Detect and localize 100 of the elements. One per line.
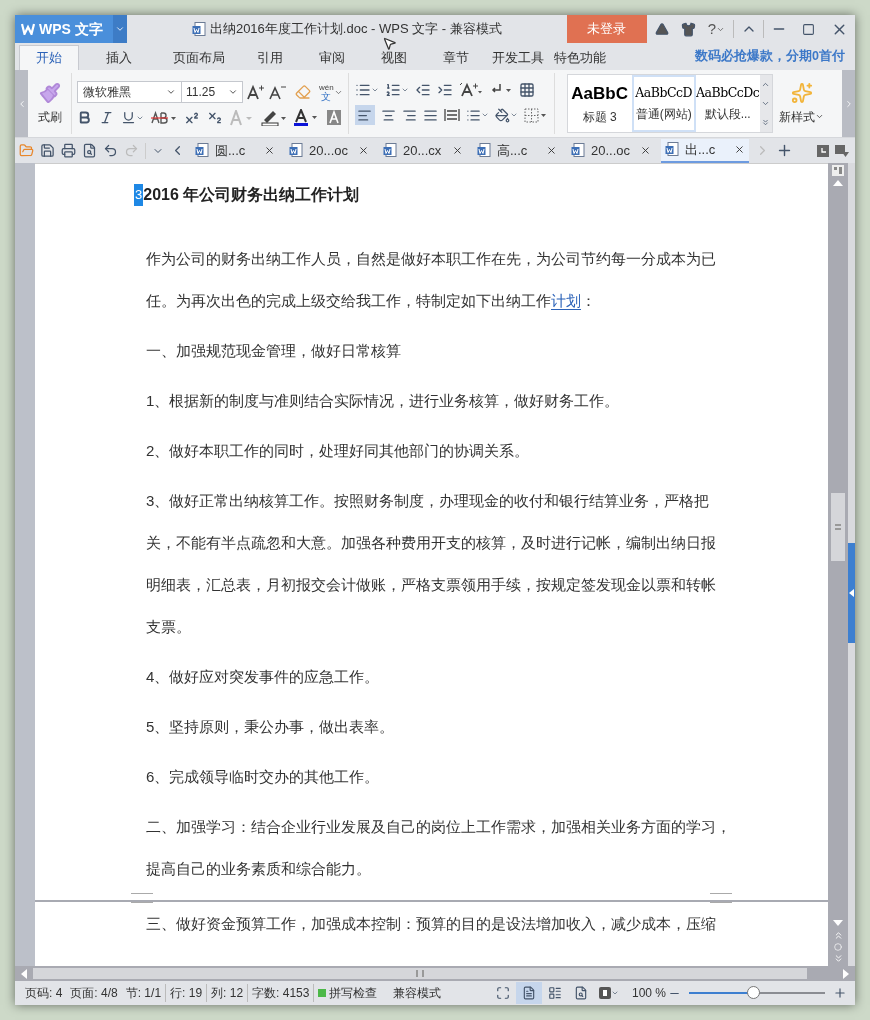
print-icon[interactable] xyxy=(61,143,76,158)
side-panel-handle[interactable] xyxy=(848,543,855,643)
bold-icon[interactable] xyxy=(77,110,92,125)
new-style-button[interactable]: 新样式 xyxy=(779,107,825,126)
ribbon-tab[interactable]: 插入 xyxy=(79,45,159,70)
print-preview-icon[interactable] xyxy=(82,143,97,158)
logo-icon xyxy=(21,23,35,35)
paragraph: 作为公司的财务出纳工作人员，自然是做好本职工作在先，为公司节约每一分成本为已 任。为再次出色的完成上级交给我工作，特制定如下出纳工作计划： xyxy=(146,249,717,312)
compat-mode-text: 兼容模式 xyxy=(393,985,442,1002)
text-direction-icon[interactable] xyxy=(458,82,483,98)
document-icon xyxy=(665,142,679,157)
horizontal-scrollbar-thumb[interactable] xyxy=(33,968,807,979)
scroll-down-icon[interactable] xyxy=(761,99,771,108)
character-shading-icon[interactable] xyxy=(327,110,341,125)
shading-icon[interactable] xyxy=(494,107,518,123)
paragraph: 3、做好正常出纳核算工作。按照财务制度，办理现金的收付和银行结算业务，严格把 关，不能有半点疏忽和大意。加强各种费用开支的核算，及时进行记帐，编制出纳日报 明细表，汇总表，月初报交会计做账，严格支票领用手续，按规定签发现金以票和转帐 支票。 xyxy=(146,491,717,637)
style-preset[interactable]: AaBbCcD 普通(网站) xyxy=(631,75,696,132)
paragraph: 5、坚持原则，秉公办事，做出表率。 xyxy=(146,717,396,737)
bullet-list-icon[interactable] xyxy=(354,82,379,98)
close-tab-icon[interactable] xyxy=(358,145,369,156)
ribbon-tab[interactable]: 页面布局 xyxy=(159,45,239,70)
caret-icon xyxy=(115,24,125,34)
paragraph: 二、加强学习：结合企业行业发展及自己的岗位上工作需求，加强相关业务方面的学习， 提高自己的业务素质和综合能力。 xyxy=(146,817,732,879)
strikethrough-icon[interactable] xyxy=(151,110,177,125)
document-tab[interactable]: 圆...c xyxy=(191,138,279,163)
document-icon xyxy=(383,143,397,158)
save-icon[interactable] xyxy=(40,143,55,158)
style-preset[interactable]: AaBbC 标题 3 xyxy=(567,75,632,132)
distributed-align-icon[interactable] xyxy=(443,108,460,122)
document-tab[interactable]: 20...cx xyxy=(379,138,467,163)
document-tab[interactable]: 出...c xyxy=(661,138,749,163)
window-title: 出纳2016年度工作计划.doc - WPS 文字 - 兼容模式 xyxy=(209,20,502,39)
align-right-icon[interactable] xyxy=(401,107,417,123)
ribbon-tab[interactable]: 章节 xyxy=(425,45,487,70)
font-color-icon[interactable] xyxy=(294,109,320,126)
ribbon-tab[interactable]: 视图 xyxy=(363,45,425,70)
spell-check-button[interactable]: 拼写检查 xyxy=(314,984,382,1002)
scrollbar-thumb[interactable] xyxy=(831,493,845,561)
close-tab-icon[interactable] xyxy=(640,145,651,156)
document-tab[interactable]: 高...c xyxy=(473,138,561,163)
new-tab-icon[interactable] xyxy=(776,142,793,159)
page-view-icon[interactable] xyxy=(515,982,542,1004)
line-spacing-icon[interactable] xyxy=(465,107,489,123)
status-text: 节: 1/1 xyxy=(121,984,167,1002)
document-tab[interactable]: 20...oc xyxy=(285,138,373,163)
ribbon-tab[interactable]: 审阅 xyxy=(301,45,363,70)
format-painter-icon[interactable] xyxy=(38,81,61,104)
align-left-icon[interactable] xyxy=(354,105,375,125)
document-icon xyxy=(571,143,585,158)
paragraph: 1、根据新的制度与准则结合实际情况，进行业务核算，做好财务工作。 xyxy=(146,391,621,411)
close-tab-icon[interactable] xyxy=(452,145,463,156)
status-indicator-icon xyxy=(318,989,327,997)
document-icon xyxy=(477,143,491,158)
ruler-icon[interactable] xyxy=(832,165,844,176)
ribbon-tab[interactable]: 开始 xyxy=(19,45,79,70)
document-icon xyxy=(195,143,209,158)
selected-text: 3 xyxy=(134,184,144,206)
promo-link[interactable]: 数码必抢爆款，分期0首付 xyxy=(695,47,845,66)
scroll-up-icon[interactable] xyxy=(761,80,771,89)
format-painter-label[interactable]: 式刷 xyxy=(37,107,62,126)
italic-icon[interactable] xyxy=(99,110,114,125)
close-tab-icon[interactable] xyxy=(264,145,275,156)
numbered-list-icon[interactable] xyxy=(384,82,409,98)
align-center-icon[interactable] xyxy=(380,107,396,123)
grow-font-icon[interactable] xyxy=(247,84,265,100)
ribbon-tab[interactable]: 开发工具 xyxy=(487,45,549,70)
zoom-in-icon[interactable] xyxy=(833,986,847,1000)
link[interactable]: 计划 xyxy=(551,292,581,310)
justify-icon[interactable] xyxy=(422,107,438,123)
document-icon xyxy=(191,21,206,37)
pinyin-button[interactable]: wén 文 xyxy=(319,83,343,101)
borders-icon[interactable] xyxy=(523,107,548,123)
status-text: 字数: 4153 xyxy=(248,984,315,1002)
style-preset[interactable]: AaBbCcDc 默认段... xyxy=(695,75,760,132)
paragraph: 三、做好资金预算工作，加强成本控制：预算的目的是设法增加收入，减少成本，压缩 xyxy=(146,914,717,934)
cursor-icon xyxy=(382,36,397,51)
zoom-slider-thumb[interactable] xyxy=(746,986,760,999)
close-tab-icon[interactable] xyxy=(734,144,745,155)
zoom-level[interactable]: 100 % xyxy=(631,984,666,1002)
shrink-font-icon[interactable] xyxy=(269,84,287,100)
paragraph: 一、加强规范现金管理，做好日常核算 xyxy=(146,341,402,361)
help-button[interactable]: ? xyxy=(707,17,725,41)
status-text: 页面: 4/8 xyxy=(69,985,119,1002)
undo-icon[interactable] xyxy=(103,143,118,158)
table-icon[interactable] xyxy=(518,82,535,98)
paragraph: 6、完成领导临时交办的其他工作。 xyxy=(146,767,381,787)
ribbon-tab[interactable]: 引用 xyxy=(239,45,301,70)
heading: 2016 年公司财务出纳工作计划 xyxy=(143,185,360,205)
underline-icon[interactable] xyxy=(121,110,144,125)
shirt-icon[interactable] xyxy=(680,21,696,37)
document-icon xyxy=(289,143,303,158)
caret-icon xyxy=(815,112,825,121)
highlight-icon[interactable] xyxy=(261,109,287,126)
window-menu-icon[interactable] xyxy=(835,144,849,157)
increase-indent-icon[interactable] xyxy=(436,82,453,98)
document-tab[interactable]: 20...oc xyxy=(567,138,655,163)
ribbon-tab[interactable]: 特色功能 xyxy=(549,45,611,70)
decrease-indent-icon[interactable] xyxy=(414,82,431,98)
status-text: 行: 19 xyxy=(166,984,208,1002)
close-tab-icon[interactable] xyxy=(546,145,557,156)
